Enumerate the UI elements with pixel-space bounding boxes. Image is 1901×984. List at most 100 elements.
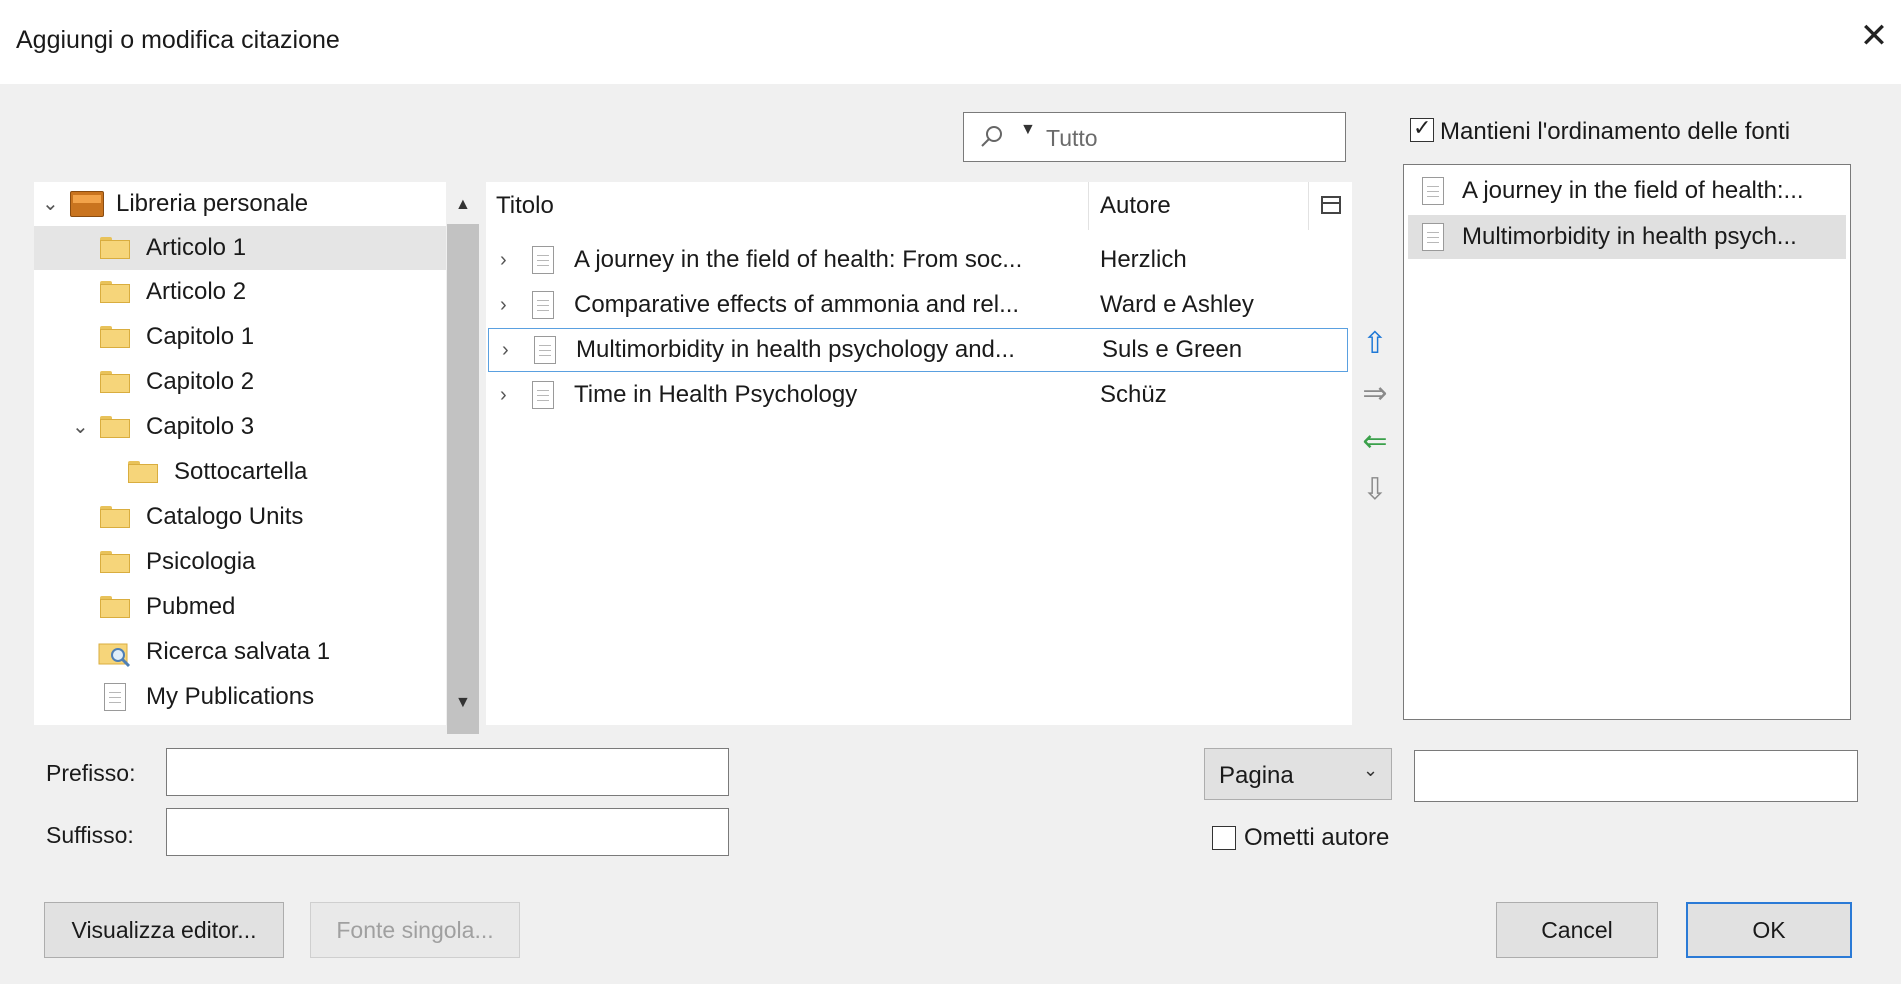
tree-item-capitolo-2[interactable]: Capitolo 2 [34, 360, 446, 404]
row-title: Time in Health Psychology [574, 381, 858, 408]
locator-field[interactable] [1414, 750, 1858, 802]
selected-sources-list[interactable]: A journey in the field of health:... Mul… [1403, 164, 1851, 720]
tree-item-label: Ricerca salvata 1 [146, 638, 331, 665]
row-author: Schüz [1100, 381, 1167, 408]
folder-icon [128, 461, 158, 483]
document-icon [1422, 223, 1444, 251]
folder-icon [100, 371, 130, 393]
document-icon [534, 336, 556, 364]
column-picker-icon[interactable] [1321, 196, 1341, 214]
add-right-icon[interactable]: ⇒ [1360, 374, 1390, 414]
ok-button[interactable]: OK [1686, 902, 1852, 958]
search-scope-caret-icon[interactable]: ▼ [1020, 121, 1036, 139]
tree-item-capitolo-3[interactable]: ⌄ Capitolo 3 [34, 405, 446, 449]
keep-order-label: Mantieni l'ordinamento delle fonti [1440, 118, 1791, 145]
tree-item-label: Psicologia [146, 548, 256, 575]
document-icon [532, 291, 554, 319]
table-row[interactable]: › Comparative effects of ammonia and rel… [486, 283, 1346, 327]
column-header-title[interactable]: Titolo [496, 192, 554, 220]
move-down-icon[interactable]: ⇩ [1360, 470, 1390, 510]
remove-left-icon[interactable]: ⇐ [1360, 422, 1390, 462]
folder-icon [100, 237, 130, 259]
chevron-down-icon: ⌄ [1363, 760, 1379, 780]
table-row[interactable]: › Multimorbidity in health psychology an… [488, 328, 1348, 372]
folder-icon [100, 416, 130, 438]
tree-item-psicologia[interactable]: Psicologia [34, 540, 446, 584]
chevron-right-icon[interactable]: › [500, 283, 507, 327]
move-up-icon[interactable]: ⇧ [1360, 324, 1390, 364]
suffix-field[interactable] [166, 808, 729, 856]
view-editor-button[interactable]: Visualizza editor... [44, 902, 284, 958]
chevron-right-icon[interactable]: › [502, 328, 509, 372]
list-item[interactable]: Multimorbidity in health psych... [1408, 215, 1846, 259]
search-placeholder: Tutto [1046, 125, 1098, 151]
keep-order-checkbox[interactable] [1410, 115, 1434, 142]
search-icon [981, 126, 1002, 147]
omit-author-label: Ometti autore [1244, 824, 1390, 851]
tree-item-articolo-2[interactable]: Articolo 2 [34, 270, 446, 314]
tree-item-ricerca-salvata-1[interactable]: Ricerca salvata 1 [34, 630, 446, 674]
tree-item-label: Libreria personale [116, 190, 309, 217]
collection-tree[interactable]: ⌄ Libreria personale Articolo 1 Articolo… [34, 182, 480, 725]
saved-search-icon [98, 643, 131, 668]
selected-source-title: A journey in the field of health:... [1462, 177, 1804, 204]
row-author: Ward e Ashley [1100, 291, 1254, 318]
row-title: A journey in the field of health: From s… [574, 246, 1023, 273]
chevron-down-icon[interactable]: ⌄ [42, 182, 59, 226]
tree-item-sottocartella[interactable]: Sottocartella [34, 450, 446, 494]
tree-item-label: Sottocartella [174, 458, 308, 485]
tree-item-label: My Publications [146, 683, 315, 710]
table-row[interactable]: › Time in Health Psychology Schüz [486, 373, 1346, 417]
document-icon [1422, 177, 1444, 205]
chevron-down-icon[interactable]: ⌄ [72, 405, 89, 449]
row-author: Suls e Green [1102, 336, 1243, 363]
tree-item-pubmed[interactable]: Pubmed [34, 585, 446, 629]
list-header: Titolo Autore [486, 182, 1352, 230]
tree-item-catalogo-units[interactable]: Catalogo Units [34, 495, 446, 539]
scrollbar-thumb[interactable] [447, 224, 479, 734]
scroll-up-icon[interactable]: ▲ [455, 196, 471, 214]
tree-item-libreria-personale[interactable]: ⌄ Libreria personale [34, 182, 446, 226]
folder-icon [100, 596, 130, 618]
tree-item-label: Articolo 1 [146, 234, 247, 261]
tree-item-my-publications[interactable]: My Publications [34, 675, 446, 719]
folder-icon [100, 326, 130, 348]
prefix-label: Prefisso: [46, 760, 136, 786]
prefix-field[interactable] [166, 748, 729, 796]
search-input[interactable]: ▼ Tutto [963, 112, 1346, 162]
tree-item-label: Capitolo 3 [146, 413, 255, 440]
suffix-label: Suffisso: [46, 822, 134, 848]
document-icon [104, 683, 126, 711]
tree-scrollbar[interactable]: ▲ ▼ [446, 182, 480, 734]
chevron-right-icon[interactable]: › [500, 238, 507, 282]
folder-icon [100, 506, 130, 528]
tree-item-label: Catalogo Units [146, 503, 304, 530]
row-title: Multimorbidity in health psychology and.… [576, 336, 1015, 363]
tree-item-articolo-1[interactable]: Articolo 1 [34, 226, 446, 270]
row-author: Herzlich [1100, 246, 1187, 273]
document-icon [532, 381, 554, 409]
scroll-down-icon[interactable]: ▼ [455, 694, 471, 712]
close-icon[interactable]: ✕ [1856, 18, 1892, 54]
chevron-right-icon[interactable]: › [500, 373, 507, 417]
column-header-author[interactable]: Autore [1100, 192, 1171, 220]
list-item[interactable]: A journey in the field of health:... [1408, 169, 1846, 213]
selected-source-title: Multimorbidity in health psych... [1462, 223, 1797, 250]
tree-item-label: Pubmed [146, 593, 236, 620]
row-title: Comparative effects of ammonia and rel..… [574, 291, 1020, 318]
locator-value: Pagina [1219, 762, 1294, 789]
tree-item-capitolo-1[interactable]: Capitolo 1 [34, 315, 446, 359]
tree-item-label: Capitolo 1 [146, 323, 255, 350]
tree-item-label: Capitolo 2 [146, 368, 255, 395]
folder-icon [100, 551, 130, 573]
cancel-button[interactable]: Cancel [1496, 902, 1658, 958]
folder-icon [100, 281, 130, 303]
dialog-title: Aggiungi o modifica citazione [16, 26, 340, 54]
document-icon [532, 246, 554, 274]
items-list[interactable]: Titolo Autore › A journey in the field o… [486, 182, 1352, 725]
tree-item-label: Articolo 2 [146, 278, 247, 305]
table-row[interactable]: › A journey in the field of health: From… [486, 238, 1346, 282]
locator-select[interactable]: Pagina ⌄ [1204, 748, 1392, 800]
omit-author-checkbox[interactable] [1212, 826, 1236, 850]
single-source-button[interactable]: Fonte singola... [310, 902, 520, 958]
